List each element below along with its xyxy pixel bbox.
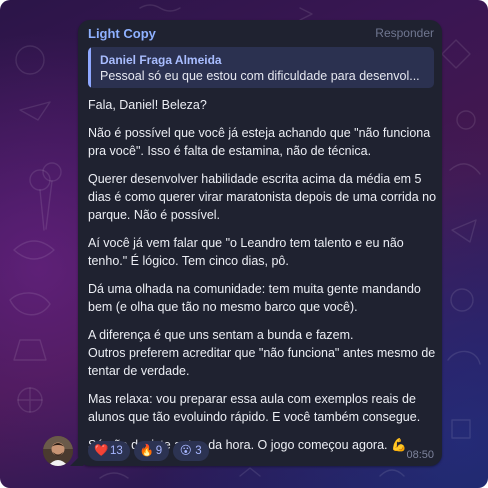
message-paragraph: Não é possível que você já esteja achand…	[88, 126, 431, 158]
message-paragraph: Querer desenvolver habilidade escrita ac…	[88, 172, 437, 222]
chat-background: Light Copy Responder Daniel Fraga Almeid…	[0, 0, 488, 488]
quoted-reply[interactable]: Daniel Fraga Almeida Pessoal só eu que e…	[88, 47, 434, 88]
fire-icon: 🔥	[139, 445, 155, 457]
reactions-bar: ❤️ 13 🔥 9 😮 3	[88, 441, 213, 461]
channel-name[interactable]: Light Copy	[88, 26, 156, 41]
message-body: Fala, Daniel! Beleza? Não é possível que…	[88, 96, 438, 464]
message-paragraph: Mas relaxa: vou preparar essa aula com e…	[88, 392, 421, 424]
message-paragraph: A diferença é que uns sentam a bunda e f…	[88, 328, 354, 342]
quote-author: Daniel Fraga Almeida	[100, 53, 222, 67]
reply-button[interactable]: Responder	[375, 26, 434, 40]
reaction-count: 9	[155, 445, 163, 457]
message-time: 08:50	[406, 449, 434, 461]
quote-text: Pessoal só eu que estou com dificuldade …	[100, 69, 420, 83]
avatar-image	[43, 436, 73, 466]
reaction-count: 3	[195, 445, 202, 457]
quote-accent-bar	[88, 47, 91, 88]
message-paragraph: Outros preferem acreditar que "não funci…	[88, 346, 436, 378]
surprised-face-icon: 😮	[179, 445, 192, 457]
message-paragraph: Dá uma olhada na comunidade: tem muita g…	[88, 282, 421, 314]
message-paragraph: Aí você já vem falar que "o Leandro tem …	[88, 236, 404, 268]
reaction-heart[interactable]: ❤️ 13	[88, 441, 130, 461]
reaction-surprised[interactable]: 😮 3	[173, 441, 209, 461]
heart-icon: ❤️	[94, 445, 109, 457]
message-header: Light Copy Responder	[88, 26, 434, 44]
reaction-fire[interactable]: 🔥 9	[133, 441, 170, 461]
avatar[interactable]	[43, 436, 73, 466]
reaction-count: 13	[110, 445, 123, 457]
message-paragraph: Fala, Daniel! Beleza?	[88, 98, 207, 112]
